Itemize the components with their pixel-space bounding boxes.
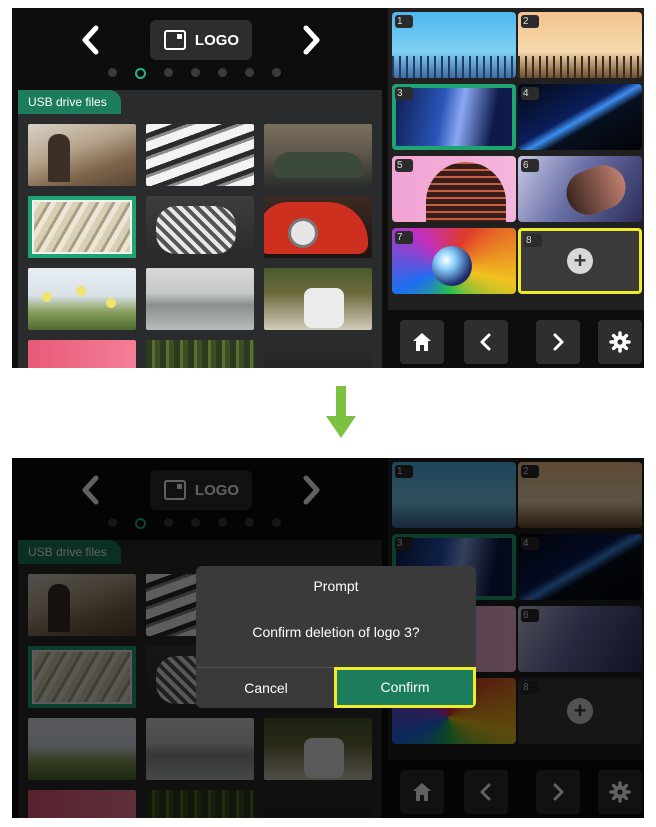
slot-number: 8 bbox=[524, 234, 542, 247]
usb-thumbnail-selected[interactable] bbox=[28, 196, 136, 258]
logo-slot-6[interactable]: 6 bbox=[518, 156, 642, 222]
page-dot[interactable] bbox=[218, 68, 227, 77]
logo-slot-1[interactable]: 1 bbox=[392, 12, 516, 78]
chevron-left-icon bbox=[82, 25, 99, 55]
logo-slot-3[interactable]: 3 bbox=[392, 84, 516, 150]
chevron-right-icon bbox=[303, 25, 320, 55]
slot-number: 4 bbox=[521, 87, 539, 100]
usb-files-tab[interactable]: USB drive files bbox=[18, 90, 121, 114]
page-dot[interactable] bbox=[108, 68, 117, 77]
confirm-button[interactable]: Confirm bbox=[334, 667, 476, 708]
logo-slot-7[interactable]: 7 bbox=[392, 228, 516, 294]
slot-number: 5 bbox=[395, 159, 413, 172]
delete-confirm-dialog: Prompt Confirm deletion of logo 3? Cance… bbox=[196, 566, 476, 708]
usb-thumbnail[interactable] bbox=[264, 340, 372, 368]
logo-frame-icon bbox=[163, 30, 186, 50]
transition-arrow-icon bbox=[326, 386, 356, 438]
chevron-right-icon bbox=[553, 333, 564, 351]
prev-page-button[interactable] bbox=[76, 22, 104, 58]
usb-files-panel: USB drive files bbox=[18, 90, 382, 368]
prev-button[interactable] bbox=[464, 320, 508, 364]
home-button[interactable] bbox=[400, 320, 444, 364]
settings-button[interactable] bbox=[598, 320, 642, 364]
usb-thumbnail[interactable] bbox=[264, 124, 372, 186]
usb-thumbnail[interactable] bbox=[146, 124, 254, 186]
page-dot[interactable] bbox=[245, 68, 254, 77]
usb-thumbnail[interactable] bbox=[264, 196, 372, 258]
page-indicator bbox=[108, 68, 281, 79]
chevron-left-icon bbox=[480, 333, 491, 351]
page-dot[interactable] bbox=[164, 68, 173, 77]
usb-thumbnail[interactable] bbox=[146, 340, 254, 368]
device-screen-before: LOGO USB drive files 1 2 3 4 5 6 7 8 + bbox=[12, 8, 644, 368]
usb-thumbnail[interactable] bbox=[28, 124, 136, 186]
logo-slot-4[interactable]: 4 bbox=[518, 84, 642, 150]
bottom-button-bar bbox=[388, 314, 644, 368]
usb-thumbnail[interactable] bbox=[146, 268, 254, 330]
logo-slot-8-add[interactable]: 8+ bbox=[518, 228, 642, 294]
next-button[interactable] bbox=[536, 320, 580, 364]
logo-slots-panel: 1 2 3 4 5 6 7 8+ bbox=[388, 8, 644, 310]
slot-number: 2 bbox=[521, 15, 539, 28]
logo-slot-2[interactable]: 2 bbox=[518, 12, 642, 78]
slot-number: 3 bbox=[395, 87, 413, 100]
usb-thumbnail[interactable] bbox=[28, 340, 136, 368]
dialog-title: Prompt bbox=[313, 578, 359, 594]
slot-number: 7 bbox=[395, 231, 413, 244]
add-icon: + bbox=[567, 248, 593, 274]
page-dot[interactable] bbox=[272, 68, 281, 77]
gear-icon bbox=[609, 331, 631, 353]
usb-thumbnail[interactable] bbox=[146, 196, 254, 258]
usb-thumbnail[interactable] bbox=[28, 268, 136, 330]
cancel-button[interactable]: Cancel bbox=[196, 668, 336, 708]
usb-thumbnail-grid bbox=[28, 124, 372, 368]
dialog-message: Confirm deletion of logo 3? bbox=[252, 624, 420, 640]
logo-label: LOGO bbox=[194, 31, 240, 49]
logo-slot-5[interactable]: 5 bbox=[392, 156, 516, 222]
device-screen-after: LOGO USB drive files 1 2 bbox=[12, 458, 644, 818]
page-dot[interactable] bbox=[191, 68, 200, 77]
logo-mode-indicator: LOGO bbox=[150, 20, 252, 60]
usb-thumbnail[interactable] bbox=[264, 268, 372, 330]
slot-number: 1 bbox=[395, 15, 413, 28]
slot-number: 6 bbox=[521, 159, 539, 172]
next-page-button[interactable] bbox=[298, 22, 326, 58]
home-icon bbox=[413, 333, 431, 351]
page-dot-active[interactable] bbox=[135, 68, 146, 79]
